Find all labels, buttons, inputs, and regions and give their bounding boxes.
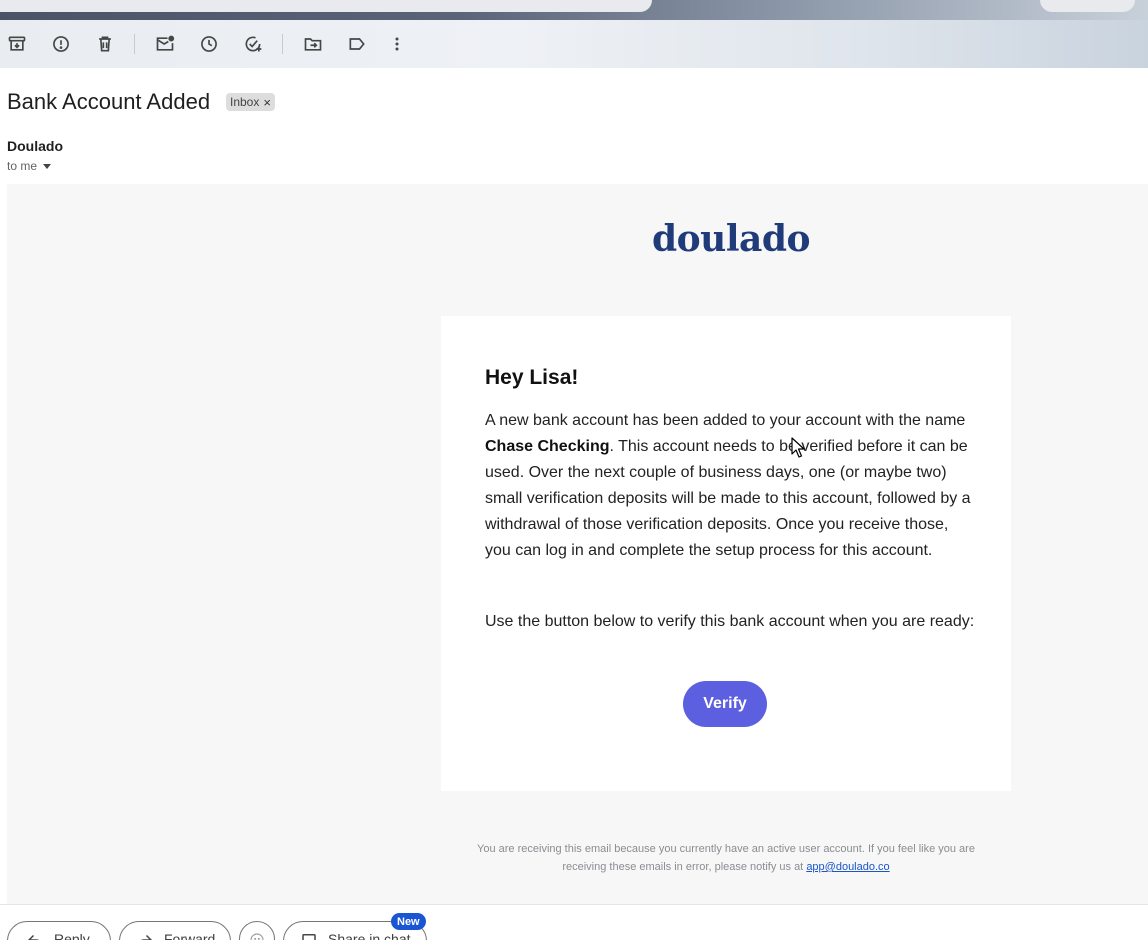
label-icon (349, 38, 365, 50)
mouse-cursor-icon (791, 437, 805, 458)
forward-label: Forward (164, 931, 216, 940)
doulado-logo: doulado (652, 218, 811, 260)
move-to-button[interactable] (296, 24, 330, 64)
label-chip-text: Inbox (230, 95, 260, 109)
reply-icon (27, 934, 40, 940)
report-spam-icon (53, 36, 69, 52)
header-right-pill[interactable] (1040, 0, 1135, 12)
greeting: Hey Lisa! (485, 366, 579, 389)
chat-icon (302, 934, 316, 940)
sender-name[interactable]: Doulado (7, 138, 63, 154)
archive-button[interactable] (0, 24, 34, 64)
recipient-text: to me (7, 159, 38, 173)
reply-label: Reply (54, 931, 90, 940)
remove-label-button[interactable]: × (263, 95, 271, 110)
email-footer-note: You are receiving this email because you… (476, 840, 976, 876)
gmail-email-view: Bank Account Added Inbox × Doulado to me… (0, 0, 1148, 940)
body-paragraph-2: Use the button below to verify this bank… (485, 613, 975, 630)
archive-icon (8, 36, 26, 51)
add-task-icon (245, 36, 262, 52)
labels-button[interactable] (340, 24, 374, 64)
para1-text-start: A new bank account has been added to you… (485, 412, 966, 429)
mark-unread-button[interactable] (148, 24, 182, 64)
trash-icon (99, 36, 111, 52)
new-badge: New (391, 913, 426, 930)
forward-icon (140, 934, 153, 940)
toolbar-divider (282, 34, 283, 54)
reply-button[interactable]: Reply (7, 921, 111, 940)
footer-text: You are receiving this email because you… (477, 843, 975, 873)
inbox-label-chip[interactable]: Inbox × (226, 93, 275, 111)
recipient-details[interactable]: to me (7, 159, 52, 173)
body-paragraph-1: A new bank account has been added to you… (485, 408, 975, 564)
chevron-down-icon[interactable] (43, 164, 52, 169)
add-to-tasks-button[interactable] (236, 24, 270, 64)
smiley-icon (250, 933, 264, 940)
emoji-reaction-button[interactable] (239, 921, 275, 940)
account-name: Chase Checking (485, 438, 610, 455)
email-subject: Bank Account Added (7, 89, 211, 114)
verify-button[interactable]: Verify (683, 681, 767, 727)
email-toolbar (0, 24, 430, 64)
para1-text-end: . This account needs to be verified befo… (485, 438, 971, 559)
toolbar-divider (134, 34, 135, 54)
move-to-folder-icon (304, 38, 322, 51)
mark-unread-icon (156, 35, 175, 51)
report-spam-button[interactable] (44, 24, 78, 64)
delete-button[interactable] (88, 24, 122, 64)
forward-button[interactable]: Forward (119, 921, 231, 940)
snooze-button[interactable] (192, 24, 226, 64)
more-vertical-icon (395, 37, 399, 51)
more-button[interactable] (380, 24, 414, 64)
footer-email-link[interactable]: app@doulado.co (806, 861, 889, 873)
clock-icon (201, 36, 217, 52)
share-label: Share in chat (328, 931, 411, 940)
search-bar-edge[interactable] (0, 0, 652, 12)
bottom-divider (0, 904, 1148, 905)
